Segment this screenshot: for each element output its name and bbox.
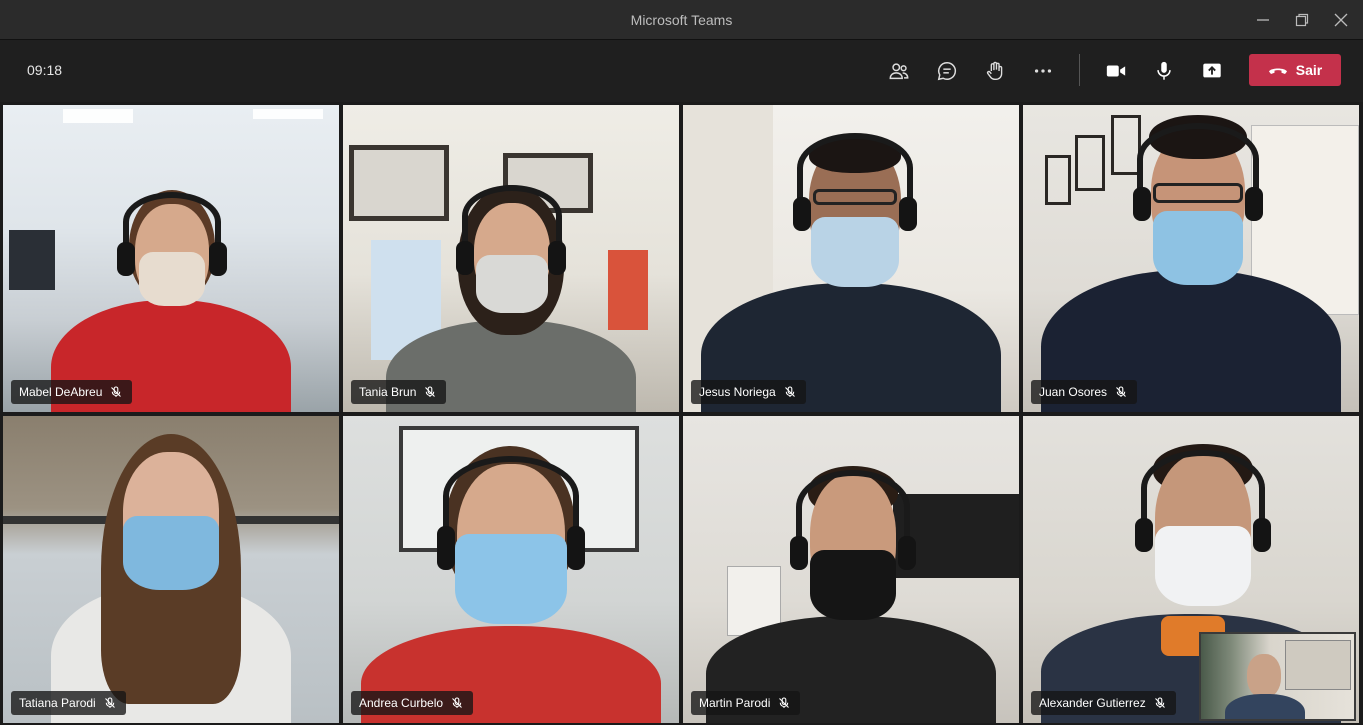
participant-video — [41, 434, 301, 723]
participant-name: Mabel DeAbreu — [19, 385, 103, 399]
participant-name: Juan Osores — [1039, 385, 1108, 399]
raise-hand-icon — [986, 61, 1003, 80]
participant-name-tag: Tatiana Parodi — [11, 691, 126, 715]
mic-off-icon — [104, 697, 115, 708]
self-body — [1225, 694, 1305, 719]
video-tile[interactable]: Martin Parodi — [683, 416, 1019, 723]
video-tile[interactable]: Tatiana Parodi — [3, 416, 339, 723]
microphone-button[interactable] — [1149, 56, 1179, 86]
controls-divider — [1079, 54, 1080, 86]
mic-off-icon — [1116, 386, 1126, 397]
participant-name: Andrea Curbelo — [359, 696, 444, 710]
video-tile[interactable]: Jesus Noriega — [683, 105, 1019, 412]
camera-icon — [1106, 65, 1126, 77]
participant-video — [51, 190, 291, 412]
video-tile[interactable]: Tania Brun — [343, 105, 679, 412]
mic-off-icon — [779, 697, 790, 708]
mic-off-icon — [1154, 697, 1165, 708]
minimize-button[interactable] — [1250, 8, 1276, 32]
participant-name: Tatiana Parodi — [19, 696, 96, 710]
more-icon — [1034, 69, 1052, 73]
participant-name: Martin Parodi — [699, 696, 771, 710]
meeting-duration: 09:18 — [27, 62, 63, 78]
shelf — [1285, 640, 1351, 690]
participant-name-tag: Alexander Gutierrez — [1031, 691, 1176, 715]
mic-off-icon — [425, 386, 436, 397]
participant-video — [701, 133, 1001, 412]
participant-video — [386, 185, 636, 412]
close-button[interactable] — [1328, 8, 1354, 32]
meeting-controls-bar: 09:18 Sair — [0, 40, 1363, 102]
self-view[interactable] — [1199, 632, 1356, 721]
hang-up-icon — [1268, 68, 1287, 74]
share-screen-icon — [1203, 63, 1221, 78]
close-icon — [1334, 13, 1348, 27]
participant-video — [361, 446, 661, 723]
participant-name-tag: Mabel DeAbreu — [11, 380, 133, 404]
video-grid: Mabel DeAbreu Tania Brun Jesus Noriega J… — [3, 105, 1359, 723]
camera-button[interactable] — [1101, 56, 1131, 86]
video-tile[interactable]: Juan Osores — [1023, 105, 1359, 412]
participant-name: Alexander Gutierrez — [1039, 696, 1146, 710]
participant-name: Jesus Noriega — [699, 385, 776, 399]
ceiling-light — [253, 109, 323, 119]
participant-name-tag: Martin Parodi — [691, 691, 801, 715]
leave-label: Sair — [1295, 62, 1323, 78]
title-bar: Microsoft Teams — [0, 0, 1363, 40]
raise-hand-button[interactable] — [980, 56, 1010, 86]
self-face — [1247, 654, 1281, 698]
share-screen-button[interactable] — [1197, 56, 1227, 86]
chat-button[interactable] — [932, 56, 962, 86]
restore-button[interactable] — [1289, 8, 1315, 32]
window-title: Microsoft Teams — [630, 12, 733, 28]
minimize-icon — [1257, 19, 1269, 21]
mic-off-icon — [111, 386, 122, 397]
wall-monitor — [9, 230, 55, 290]
participant-name-tag: Andrea Curbelo — [351, 691, 474, 715]
ceiling-light — [63, 109, 133, 123]
participant-name-tag: Juan Osores — [1031, 380, 1138, 404]
people-icon — [889, 63, 909, 80]
teams-meeting-window: Microsoft Teams 09:18 Sair Mabel DeAbreu… — [0, 0, 1363, 725]
chat-icon — [937, 62, 957, 81]
more-actions-button[interactable] — [1028, 56, 1058, 86]
participant-name: Tania Brun — [359, 385, 417, 399]
participant-name-tag: Tania Brun — [351, 380, 447, 404]
mic-off-icon — [452, 697, 462, 708]
leave-button[interactable]: Sair — [1249, 54, 1341, 86]
participant-video — [1041, 115, 1341, 412]
participants-button[interactable] — [884, 56, 914, 86]
mic-off-icon — [784, 386, 795, 397]
video-tile[interactable]: Alexander Gutierrez — [1023, 416, 1359, 723]
video-tile[interactable]: Andrea Curbelo — [343, 416, 679, 723]
participant-name-tag: Jesus Noriega — [691, 380, 806, 404]
mic-icon — [1157, 61, 1171, 80]
video-tile[interactable]: Mabel DeAbreu — [3, 105, 339, 412]
participant-video — [706, 466, 996, 723]
restore-icon — [1295, 13, 1309, 27]
